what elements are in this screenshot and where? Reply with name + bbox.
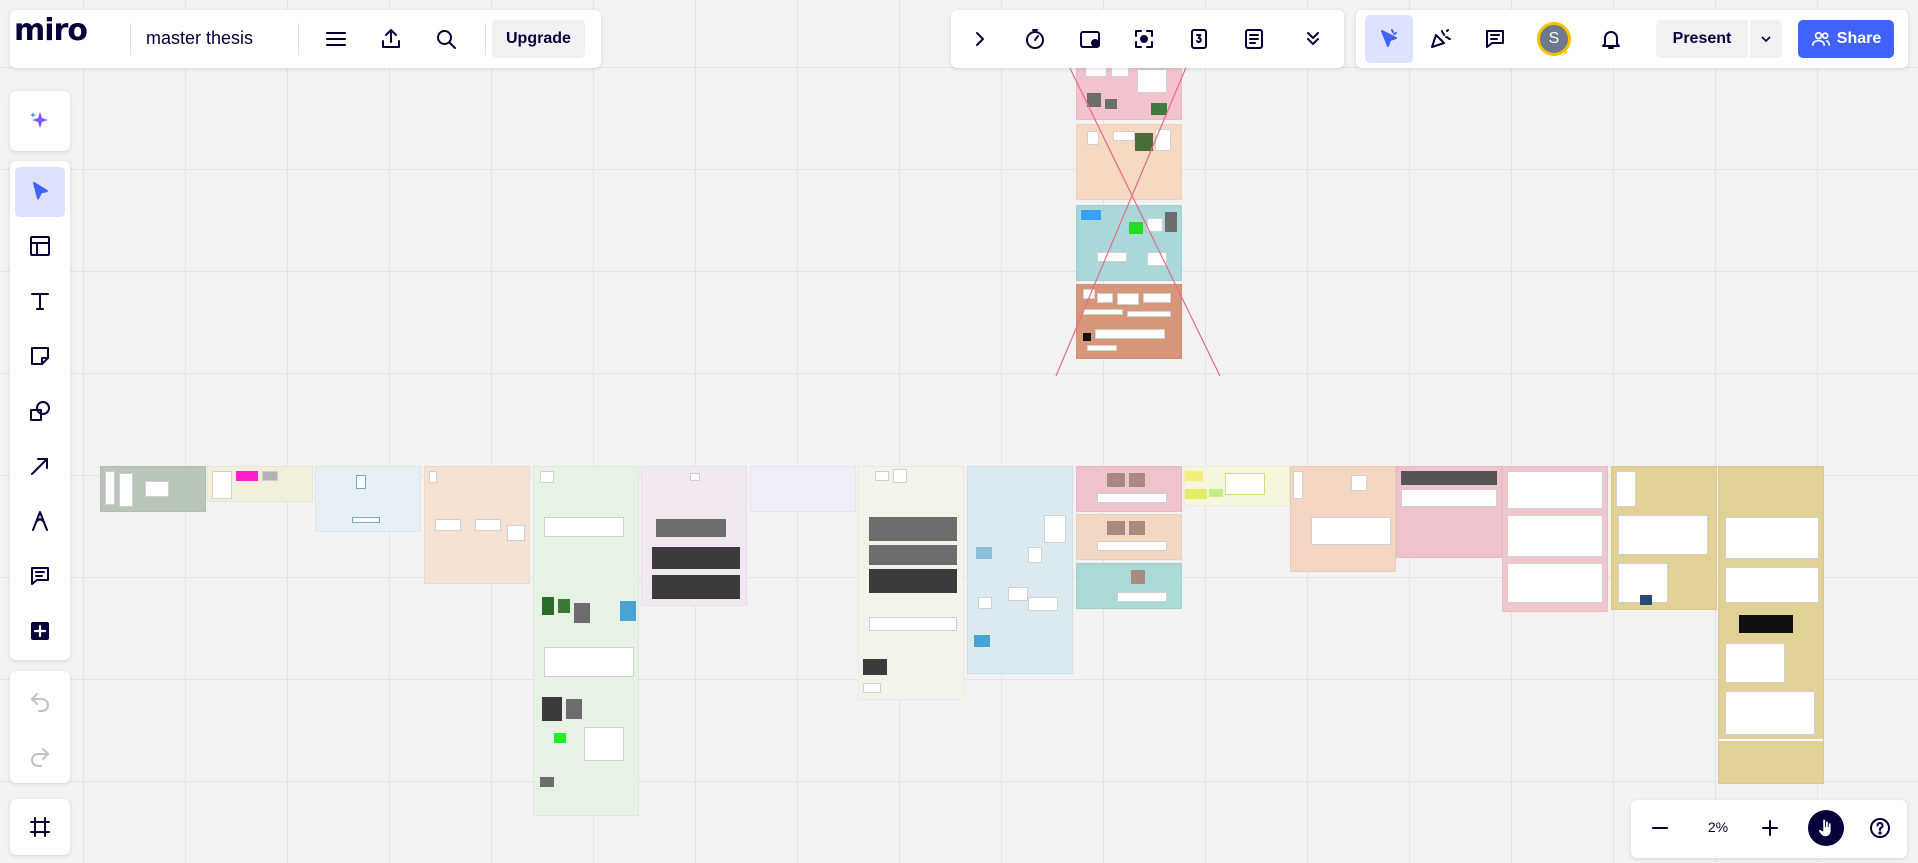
text-icon — [31, 293, 49, 310]
comments-button[interactable] — [1475, 19, 1515, 59]
frames-button[interactable] — [20, 807, 60, 847]
search-button[interactable] — [426, 19, 466, 59]
timer-icon — [1026, 29, 1044, 49]
separator — [298, 23, 299, 55]
frame-peach-4[interactable] — [424, 466, 530, 584]
separator — [485, 23, 486, 55]
select-tool-button[interactable] — [15, 167, 65, 217]
plus-icon — [1762, 820, 1778, 836]
comment-button[interactable] — [20, 556, 60, 596]
chevron-right-icon — [976, 32, 984, 46]
shapes-icon — [30, 401, 50, 421]
frame-pink-13[interactable] — [1396, 466, 1502, 558]
frame-pink-10a[interactable] — [1076, 466, 1182, 512]
select-cursor-icon — [33, 182, 48, 200]
arrow-line-icon — [31, 458, 48, 475]
reactions-toggle-button[interactable] — [1365, 15, 1413, 63]
bell-icon — [1602, 31, 1620, 49]
upload-icon — [382, 29, 400, 48]
undo-icon — [31, 693, 49, 712]
zoom-out-button[interactable] — [1640, 808, 1680, 848]
notes-button[interactable] — [1234, 19, 1274, 59]
lightning-badge-icon: ⚡ — [1560, 44, 1570, 60]
present-options-button[interactable] — [1750, 20, 1782, 58]
notifications-button[interactable] — [1591, 19, 1631, 59]
ai-assist-button[interactable] — [20, 101, 60, 141]
video-call-button[interactable] — [1070, 19, 1110, 59]
frame-cream-8[interactable] — [858, 466, 964, 700]
redo-icon — [31, 748, 49, 767]
notes-icon — [1245, 29, 1263, 49]
sticky-note-icon — [31, 347, 49, 365]
hand-tool-button[interactable] — [1808, 810, 1844, 846]
share-button[interactable]: Share — [1798, 20, 1894, 58]
minus-icon — [1652, 827, 1668, 829]
templates-icon — [30, 236, 50, 256]
timer-button[interactable] — [1015, 19, 1055, 59]
separator — [130, 23, 131, 55]
celebrate-button[interactable] — [1420, 19, 1460, 59]
main-menu-button[interactable] — [316, 19, 356, 59]
zoom-in-button[interactable] — [1750, 808, 1790, 848]
present-button[interactable]: Present — [1656, 20, 1748, 58]
frame-violet-7[interactable] — [750, 466, 856, 512]
zoom-level[interactable]: 2% — [1700, 819, 1736, 835]
more-apps-button[interactable] — [20, 611, 60, 651]
frame-beige-2[interactable] — [207, 466, 313, 502]
cross-out-lines — [1055, 57, 1221, 377]
frame-yellow-11[interactable] — [1184, 466, 1290, 506]
miro-logo[interactable]: miro — [14, 13, 88, 48]
expand-toolbar-button[interactable] — [960, 19, 1000, 59]
focus-frame-icon — [1135, 30, 1153, 48]
frame-pink-14[interactable] — [1502, 466, 1608, 612]
help-button[interactable] — [1860, 808, 1900, 848]
chevron-double-down-icon — [1307, 32, 1319, 45]
help-icon — [1870, 818, 1890, 838]
sticky-note-button[interactable] — [20, 336, 60, 376]
share-label: Share — [1836, 30, 1882, 47]
reactions-cursor-icon — [1381, 29, 1397, 47]
number-counter-icon — [1191, 29, 1207, 49]
comments-icon — [1486, 30, 1504, 48]
sparkle-icon — [30, 112, 48, 128]
video-camera-icon — [1080, 31, 1100, 48]
hamburger-menu-icon — [326, 32, 346, 46]
frame-lightblue-9[interactable] — [967, 466, 1073, 674]
celebrate-icon — [1431, 29, 1451, 48]
export-button[interactable] — [371, 19, 411, 59]
upgrade-button[interactable]: Upgrade — [492, 20, 585, 58]
more-tools-button[interactable] — [1293, 19, 1333, 59]
frame-teal-10c[interactable] — [1076, 563, 1182, 609]
frames-icon — [30, 817, 50, 837]
pen-button[interactable] — [20, 501, 60, 541]
pen-icon — [32, 511, 48, 531]
add-plus-icon — [31, 622, 49, 640]
frame-green-5[interactable] — [533, 466, 639, 816]
frame-lavender-6[interactable] — [641, 466, 747, 606]
frame-gold-16[interactable] — [1718, 466, 1824, 784]
connection-line-button[interactable] — [20, 446, 60, 486]
comment-icon — [31, 567, 49, 585]
templates-button[interactable] — [20, 226, 60, 266]
board-title[interactable]: master thesis — [146, 28, 253, 49]
frame-peach-10b[interactable] — [1076, 514, 1182, 560]
frame-gray-1[interactable] — [100, 466, 206, 512]
chevron-down-icon — [1761, 36, 1771, 43]
frame-peach-12[interactable] — [1290, 466, 1396, 572]
voting-button[interactable] — [1179, 19, 1219, 59]
shapes-button[interactable] — [20, 391, 60, 431]
frame-blue-3[interactable] — [315, 466, 421, 532]
search-icon — [437, 30, 456, 49]
share-users-icon — [1811, 31, 1830, 46]
redo-button[interactable] — [20, 737, 60, 777]
attention-management-button[interactable] — [1124, 19, 1164, 59]
text-tool-button[interactable] — [20, 281, 60, 321]
undo-button[interactable] — [20, 682, 60, 722]
board-canvas[interactable] — [0, 0, 1918, 863]
frame-gold-15[interactable] — [1611, 466, 1717, 610]
hand-pointer-icon — [1818, 819, 1831, 837]
